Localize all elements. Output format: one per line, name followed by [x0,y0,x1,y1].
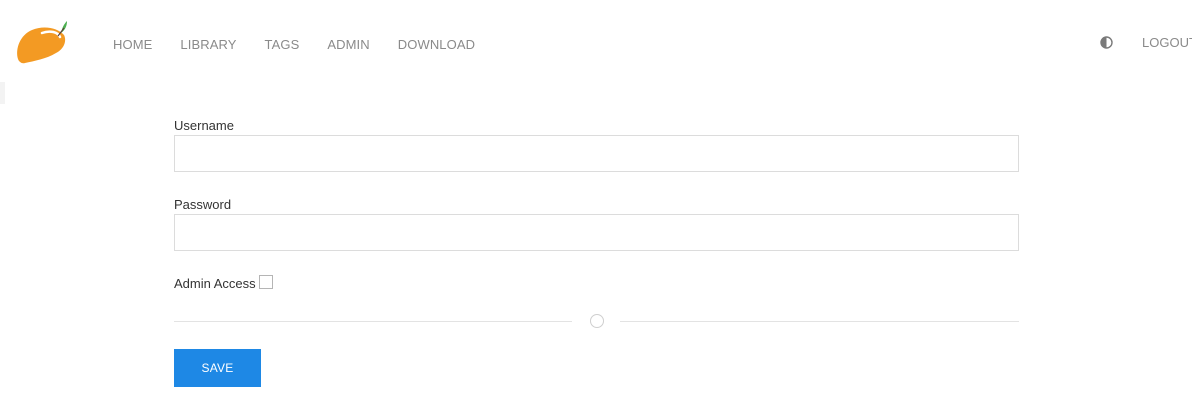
password-label: Password [174,197,232,212]
username-label: Username [174,118,234,133]
theme-toggle-icon[interactable] [1100,36,1113,49]
side-tab [0,82,5,104]
circle-icon [590,314,604,328]
password-input[interactable] [174,214,1019,251]
admin-access-checkbox[interactable] [259,275,273,289]
mango-icon[interactable] [14,19,72,67]
divider-right [620,321,1019,322]
top-navbar: HOME LIBRARY TAGS ADMIN DOWNLOAD LOGOUT [0,0,1192,86]
admin-access-label: Admin Access [174,276,256,291]
nav-link-admin[interactable]: ADMIN [327,37,369,52]
logout-link[interactable]: LOGOUT [1142,35,1192,50]
save-button[interactable]: SAVE [174,349,261,387]
nav-link-home[interactable]: HOME [113,37,152,52]
username-input[interactable] [174,135,1019,172]
nav-link-download[interactable]: DOWNLOAD [398,37,475,52]
divider-left [174,321,572,322]
nav-links: HOME LIBRARY TAGS ADMIN DOWNLOAD [113,35,503,53]
nav-link-library[interactable]: LIBRARY [180,37,236,52]
nav-link-tags[interactable]: TAGS [265,37,300,52]
